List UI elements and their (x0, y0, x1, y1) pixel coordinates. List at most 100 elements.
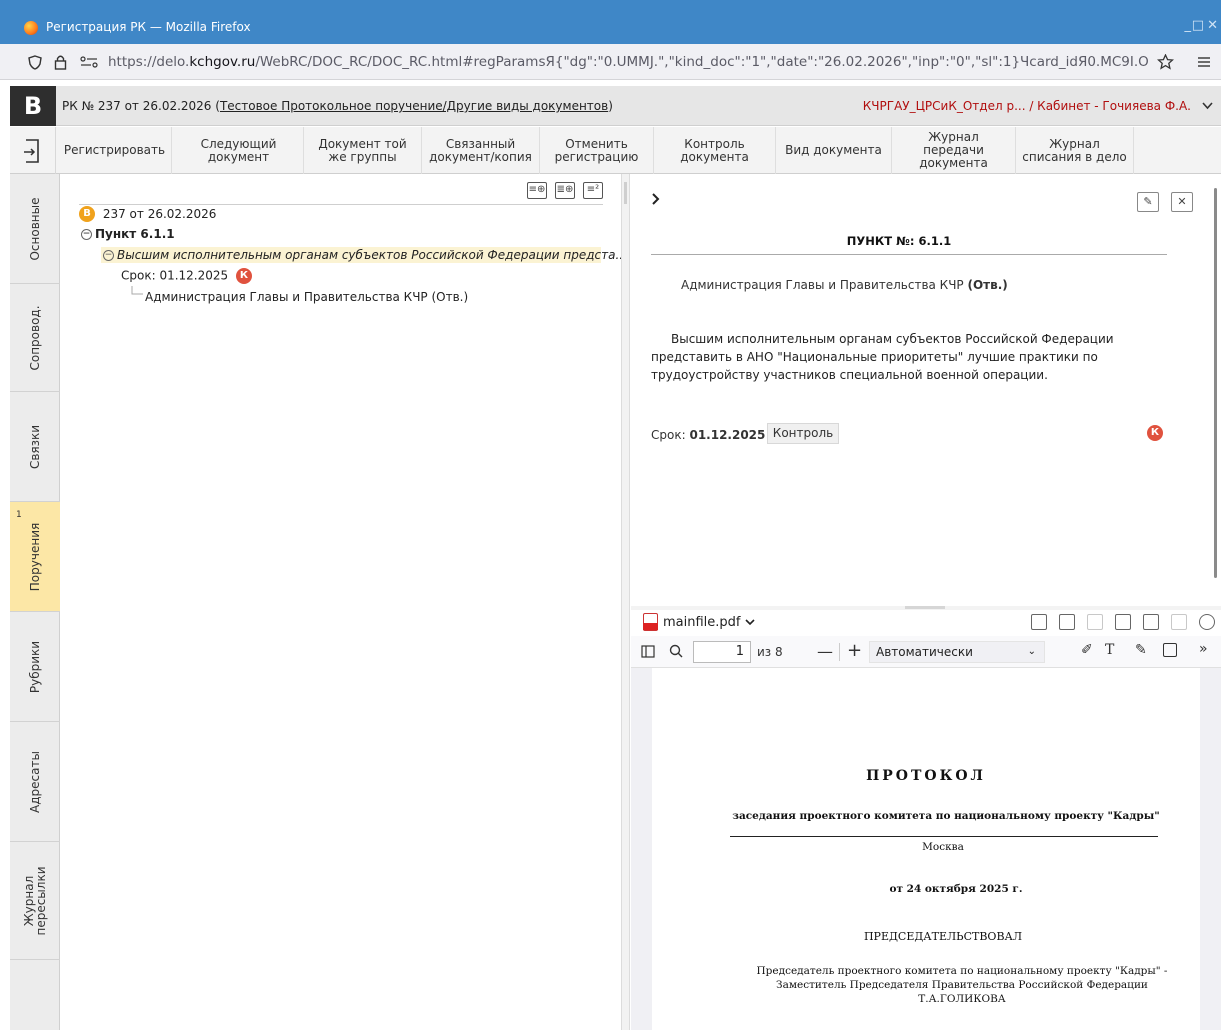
tab-label: Журнал пересылки (22, 865, 48, 936)
linked-document-button[interactable]: Связанный документ/копия (422, 127, 540, 174)
order-text: Высшим исполнительным органам субъектов … (651, 332, 1114, 382)
deadline-value: 01.12.2025 (689, 428, 766, 442)
write-off-journal-button[interactable]: Журнал списания в дело (1016, 127, 1134, 174)
heading-line (651, 254, 1167, 255)
same-group-document-button[interactable]: Документ той же группы (304, 127, 422, 174)
zoom-select[interactable]: Автоматически ⌄ (869, 641, 1045, 663)
more-options-icon[interactable] (1199, 614, 1215, 630)
order-label: Высшим исполнительным органам субъектов … (117, 248, 627, 262)
document-control-button[interactable]: Контроль документа (654, 127, 776, 174)
transfer-journal-button[interactable]: Журнал передачи документа (892, 127, 1016, 174)
draw-icon[interactable]: ✎ (1135, 642, 1147, 658)
tab-label: Адресаты (28, 750, 42, 813)
tree-punkt[interactable]: − Пункт 6.1.1 (81, 227, 175, 241)
tree-executor[interactable]: Администрация Главы и Правительства КЧР … (145, 290, 468, 304)
cancel-registration-button[interactable]: Отменить регистрацию (540, 127, 654, 174)
doc-title: ПРОТОКОЛ (866, 768, 986, 784)
tab-label: Поручения (28, 522, 42, 591)
chevron-down-icon (745, 619, 755, 626)
add-file-icon[interactable] (1059, 614, 1075, 630)
address-bar: https://delo.kchgov.ru/WebRC/DOC_RC/DOC_… (0, 44, 1221, 80)
text-tool-icon[interactable]: T (1105, 642, 1114, 658)
add-suborder-icon[interactable]: ≣⊕ (555, 182, 575, 199)
punkt-label: Пункт 6.1.1 (95, 227, 175, 241)
firefox-icon (24, 21, 38, 35)
scan-icon[interactable] (1031, 614, 1047, 630)
search-icon[interactable] (669, 644, 683, 658)
zoom-value: Автоматически (876, 645, 973, 659)
page-count: из 8 (757, 645, 783, 659)
add-order-icon[interactable]: ≡⊕ (527, 182, 547, 199)
file-bar: mainfile.pdf (631, 610, 1221, 636)
order-list-icon[interactable]: ≡² (583, 182, 603, 199)
highlight-icon[interactable]: ✐ (1081, 642, 1093, 658)
bookmark-star-icon[interactable] (1157, 54, 1174, 70)
rk-suffix: ) (608, 99, 613, 113)
url-text[interactable]: https://delo.kchgov.ru/WebRC/DOC_RC/DOC_… (108, 54, 1148, 70)
punkt-heading: ПУНКТ №: 6.1.1 (846, 234, 952, 248)
window-title: Регистрация РК — Mozilla Firefox (46, 20, 251, 34)
org-role: (Отв.) (967, 278, 1008, 292)
page-number-input[interactable]: 1 (693, 641, 751, 663)
tab-forwarding-journal[interactable]: Журнал пересылки (10, 842, 60, 960)
exit-icon[interactable] (10, 127, 56, 174)
close-panel-icon[interactable]: ✕ (1171, 192, 1193, 212)
chevron-down-icon: ⌄ (1027, 646, 1036, 657)
vertical-splitter[interactable] (621, 174, 630, 1030)
root-badge: В (79, 206, 95, 222)
edit-icon[interactable]: ✎ (1137, 192, 1159, 212)
expand-file-icon[interactable] (1143, 614, 1159, 630)
tab-label: Основные (28, 196, 42, 261)
edit-file-icon[interactable] (1087, 614, 1103, 630)
minimize-icon[interactable]: _ (1185, 18, 1192, 33)
tab-rubrics[interactable]: Рубрики (10, 612, 60, 722)
zoom-in-icon[interactable]: + (847, 640, 862, 661)
control-badge: К (1147, 425, 1163, 441)
file-more-icon[interactable] (1171, 614, 1187, 630)
current-user[interactable]: КЧРГАУ_ЦРСиК_Отдел р... / Кабинет - Гочи… (863, 99, 1191, 113)
splitter-grip (624, 182, 627, 204)
orders-tree-panel: ≡⊕ ≣⊕ ≡² В 237 от 26.02.2026 − Пункт 6.1.… (61, 174, 627, 1030)
collapse-icon[interactable]: − (81, 229, 92, 240)
chair-line: Заместитель Председателя Правительства Р… (776, 979, 1148, 991)
permissions-icon[interactable] (80, 56, 98, 68)
next-document-button[interactable]: Следующий документ (174, 127, 304, 174)
shield-icon[interactable] (28, 55, 42, 70)
tree-root[interactable]: В 237 от 26.02.2026 (79, 206, 216, 222)
zoom-out-icon[interactable]: — (817, 642, 833, 661)
image-icon[interactable] (1163, 643, 1177, 657)
doc-type-link[interactable]: Тестовое Протокольное поручение/Другие в… (220, 99, 608, 113)
tab-main[interactable]: Основные (10, 174, 60, 284)
replace-file-icon[interactable] (1115, 614, 1131, 630)
tree-order-item[interactable]: − Высшим исполнительным органам субъектов… (101, 247, 627, 263)
app-logo: В (10, 86, 56, 126)
sidebar-toggle-icon[interactable] (641, 645, 655, 658)
detail-scrollbar[interactable] (1214, 188, 1217, 578)
control-badge: К (235, 268, 252, 284)
document-type-button[interactable]: Вид документа (776, 127, 892, 174)
tab-orders[interactable]: 1 Поручения (10, 502, 60, 612)
register-button[interactable]: Регистрировать (58, 127, 172, 174)
tab-count-badge: 1 (16, 510, 22, 520)
zoom-divider (839, 643, 840, 661)
tab-accompanying[interactable]: Сопровод. (10, 284, 60, 392)
lock-icon[interactable] (54, 54, 67, 70)
executor-label: Администрация Главы и Правительства КЧР … (145, 290, 469, 304)
pdf-viewer[interactable]: ПРОТОКОЛ заседания проектного комитета п… (631, 668, 1221, 1030)
menu-icon[interactable] (1197, 56, 1211, 68)
file-selector[interactable]: mainfile.pdf (663, 615, 755, 630)
main-toolbar: Регистрировать Следующий документ Докуме… (10, 127, 1221, 174)
pdf-toolbar: 1 из 8 — + Автоматически ⌄ ✐ T ✎ » (631, 636, 1221, 668)
chevron-right-icon[interactable] (651, 192, 661, 206)
srok-label: Срок: 01.12.2025 (121, 268, 229, 283)
tab-links[interactable]: Связки (10, 392, 60, 502)
collapse-icon[interactable]: − (103, 250, 114, 261)
pdf-page: ПРОТОКОЛ заседания проектного комитета п… (652, 668, 1200, 1030)
control-button[interactable]: Контроль (767, 423, 839, 444)
maximize-icon[interactable]: □ (1192, 18, 1204, 33)
chevron-down-icon[interactable] (1202, 102, 1213, 110)
deadline: Срок: 01.12.2025 (651, 428, 765, 442)
close-icon[interactable]: ✕ (1207, 18, 1218, 33)
tab-addressees[interactable]: Адресаты (10, 722, 60, 842)
more-tools-icon[interactable]: » (1199, 641, 1208, 657)
